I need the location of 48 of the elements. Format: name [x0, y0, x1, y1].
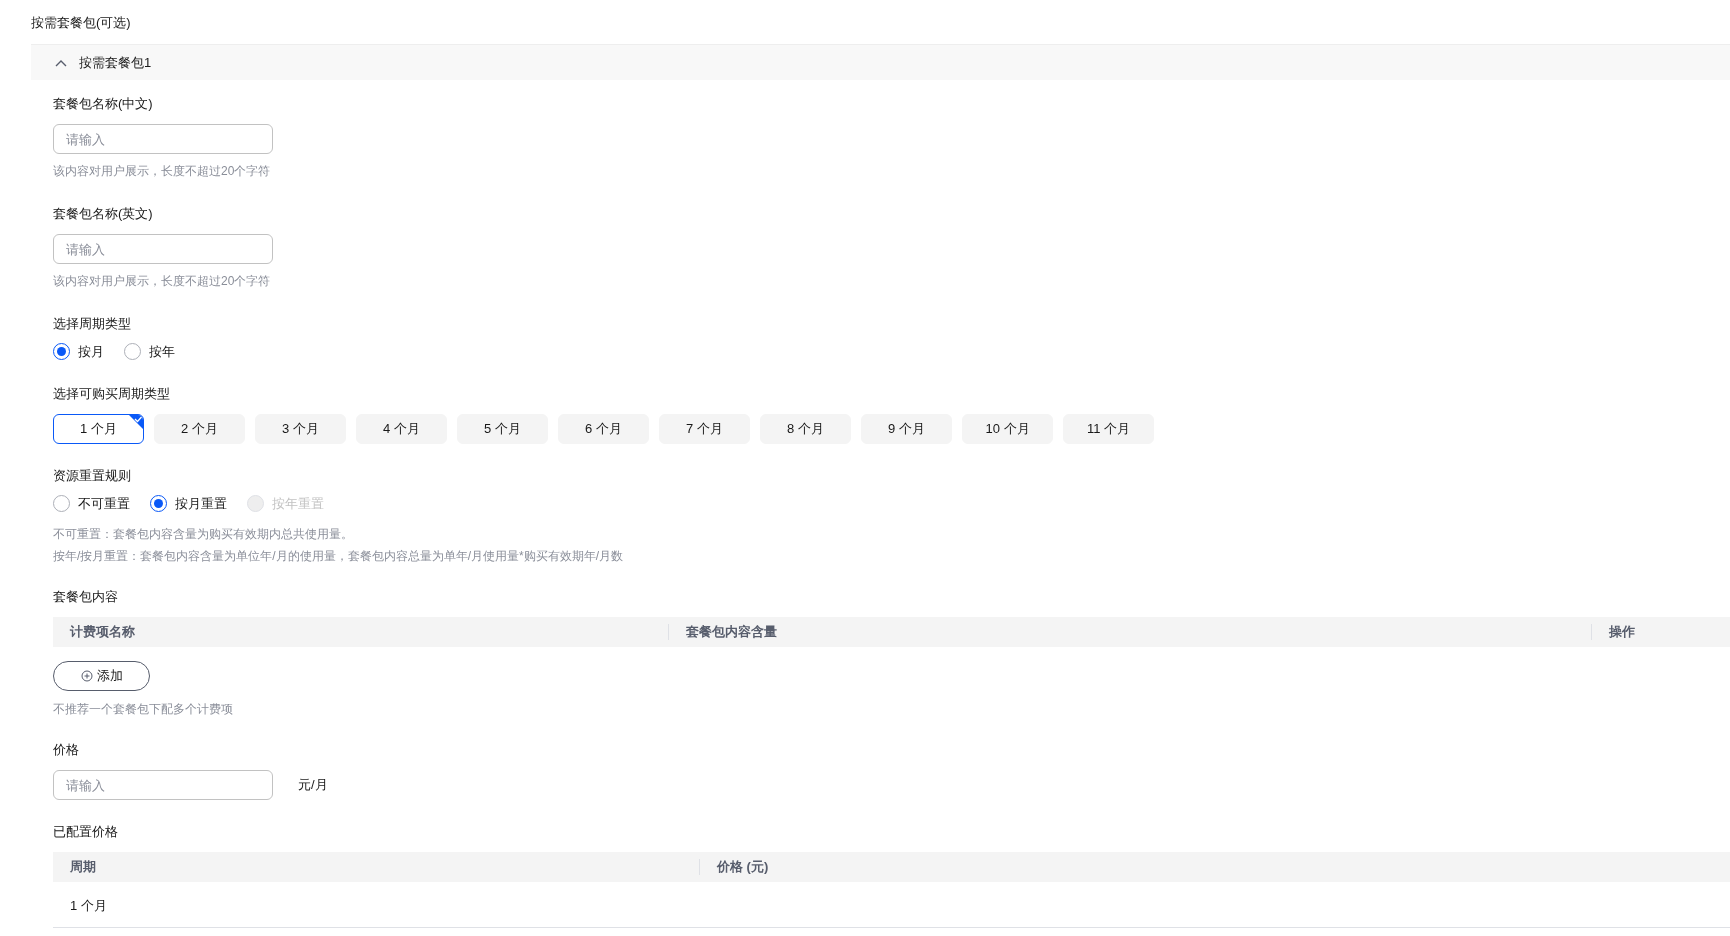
radio-label: 按月 — [78, 343, 104, 361]
field-label: 选择周期类型 — [53, 315, 131, 333]
radio-option[interactable]: 按年 — [124, 342, 175, 362]
field-label: 套餐包名称(中文) — [53, 95, 153, 113]
period-tag[interactable]: 6 个月 — [558, 413, 649, 444]
package-title: 按需套餐包1 — [79, 53, 152, 72]
field-label: 价格 — [53, 741, 79, 759]
column-header: 套餐包内容含量 — [685, 623, 777, 642]
hint-text: 不可重置：套餐包内容含量为购买有效期内总共使用量。 — [53, 526, 353, 543]
period-tag[interactable]: 5 个月 — [457, 413, 548, 444]
period-tag[interactable]: 3 个月 — [255, 413, 346, 444]
field-label: 已配置价格 — [53, 823, 118, 841]
text-input[interactable]: 请输入 — [53, 124, 273, 154]
hint-text: 该内容对用户展示，长度不超过20个字符 — [53, 163, 271, 180]
column-header: 价格 (元) — [715, 858, 769, 877]
radio-label: 按年重置 — [272, 494, 324, 513]
section-title: 按需套餐包(可选) — [31, 14, 131, 32]
text-input[interactable]: 请输入 — [53, 234, 273, 264]
radio-label: 按年 — [149, 343, 175, 361]
hint-text: 不推荐一个套餐包下配多个计费项 — [53, 701, 233, 718]
period-tag[interactable]: 11 个月 — [1063, 413, 1154, 444]
period-tag[interactable]: 7 个月 — [659, 413, 750, 444]
collapse-header[interactable]: 按需套餐包1 — [31, 44, 1730, 80]
plus-circle-icon — [80, 670, 93, 682]
check-corner-icon — [129, 414, 143, 429]
period-tag[interactable]: 10 个月 — [962, 413, 1053, 444]
column-header: 操作 — [1608, 623, 1635, 642]
hint-text: 按年/按月重置：套餐包内容含量为单位年/月的使用量，套餐包内容总量为单年/月使用量*购买有效期年/月数 — [53, 548, 623, 565]
radio-label: 不可重置 — [78, 494, 130, 513]
radio-option[interactable]: 不可重置 — [53, 493, 130, 513]
column-header: 周期 — [69, 858, 96, 877]
radio-label: 按月重置 — [175, 494, 227, 513]
text-input[interactable]: 请输入 — [53, 770, 273, 800]
period-tag[interactable]: 2 个月 — [154, 413, 245, 444]
period-tag[interactable]: 4 个月 — [356, 413, 447, 444]
radio-option[interactable]: 按月重置 — [150, 493, 227, 513]
field-label: 套餐包名称(英文) — [53, 205, 153, 223]
period-tag[interactable]: 1 个月 — [53, 413, 144, 444]
field-label: 选择可购买周期类型 — [53, 384, 170, 403]
table-cell-text: 1 个月 — [69, 897, 107, 913]
period-tag[interactable]: 9 个月 — [861, 413, 952, 444]
unit-label: 元/月 — [298, 776, 328, 795]
radio-option[interactable]: 按月 — [53, 342, 104, 362]
period-tag[interactable]: 8 个月 — [760, 413, 851, 444]
field-label: 资源重置规则 — [53, 466, 131, 485]
column-header: 计费项名称 — [69, 623, 135, 642]
field-label: 套餐包内容 — [53, 588, 118, 606]
hint-text: 该内容对用户展示，长度不超过20个字符 — [53, 273, 271, 290]
